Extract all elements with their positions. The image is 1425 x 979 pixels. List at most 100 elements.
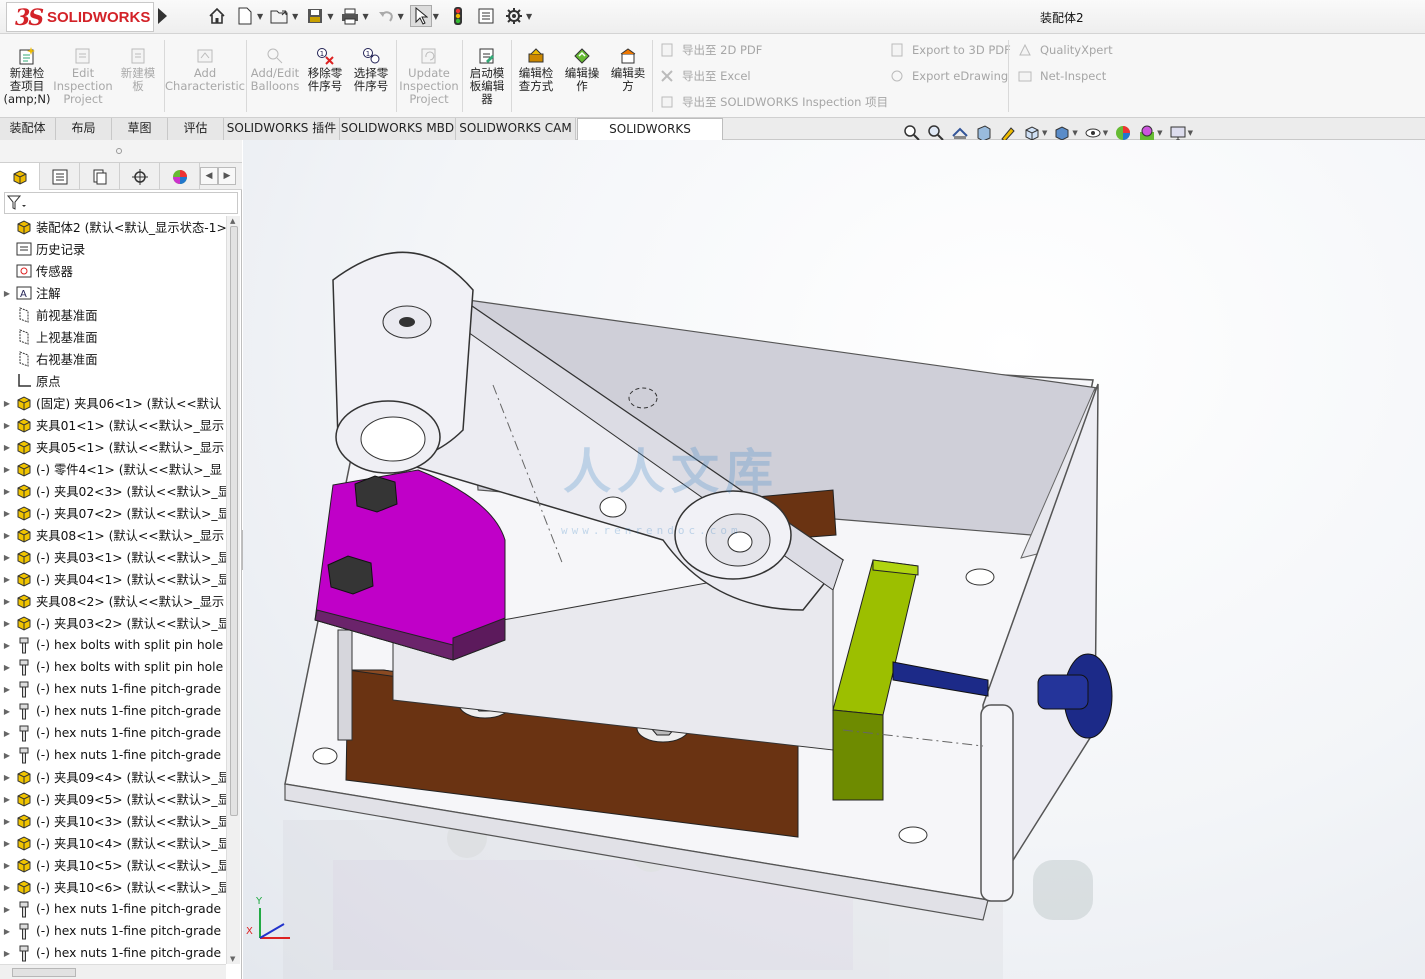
add-edit-balloons-button[interactable]: Add/Edit Balloons	[250, 46, 300, 93]
dimxpertmanager-tab[interactable]	[120, 163, 160, 190]
export-3d-pdf-button[interactable]: Export to 3D PDF	[888, 42, 1011, 58]
displaymanager-tab[interactable]	[160, 163, 200, 190]
update-inspection-project-button[interactable]: Update Inspection Project	[399, 46, 459, 106]
expand-arrow-icon[interactable]: ▶	[0, 487, 14, 496]
expand-arrow-icon[interactable]: ▶	[0, 509, 14, 518]
export-2d-pdf-button[interactable]: 导出至 2D PDF	[658, 42, 762, 58]
tree-item[interactable]: 上视基准面	[0, 326, 226, 348]
tree-item[interactable]: ▶ (-) 夹具10<3> (默认<<默认>_显	[0, 810, 226, 832]
new-inspection-project-button[interactable]: 新建检 查项目 (amp;N)	[4, 46, 51, 106]
tree-item[interactable]: 传感器	[0, 260, 226, 282]
expand-arrow-icon[interactable]: ▶	[0, 531, 14, 540]
expand-arrow-icon[interactable]: ▶	[0, 905, 14, 914]
tab-assembly[interactable]: 装配体	[0, 118, 56, 140]
tab-layout[interactable]: 布局	[56, 118, 112, 140]
tree-item[interactable]: ▶ (-) 夹具10<4> (默认<<默认>_显	[0, 832, 226, 854]
expand-arrow-icon[interactable]: ▶	[0, 773, 14, 782]
tree-item[interactable]: ▶ 夹具08<1> (默认<<默认>_显示	[0, 524, 226, 546]
scroll-up-arrow-icon[interactable]: ▲	[230, 217, 235, 225]
tree-item[interactable]: ▶ (-) hex bolts with split pin hole	[0, 656, 226, 678]
tab-sketch[interactable]: 草图	[112, 118, 168, 140]
tree-item[interactable]: ▶ (-) 夹具09<4> (默认<<默认>_显	[0, 766, 226, 788]
tab-scroll-left-icon[interactable]: ◀	[200, 167, 218, 185]
add-characteristic-button[interactable]: Add Characteristic	[165, 46, 245, 93]
view-orientation-dropdown-icon[interactable]: ▼	[1042, 129, 1047, 137]
expand-arrow-icon[interactable]: ▶	[0, 861, 14, 870]
select-part-number-button[interactable]: 1 选择零 件序号	[350, 46, 392, 93]
apply-scene-dropdown-icon[interactable]: ▼	[1157, 129, 1162, 137]
featuremanager-tab[interactable]	[0, 163, 40, 190]
tree-item[interactable]: ▶ (-) 夹具10<5> (默认<<默认>_显	[0, 854, 226, 876]
launch-template-editor-button[interactable]: 启动模 板编辑 器	[466, 46, 508, 106]
new-document-icon[interactable]	[234, 5, 256, 27]
tree-item[interactable]: ▶ 夹具05<1> (默认<<默认>_显示	[0, 436, 226, 458]
options-dropdown-icon[interactable]: ▼	[526, 12, 532, 21]
save-dropdown-icon[interactable]: ▼	[327, 12, 333, 21]
tree-item[interactable]: ▶ (-) hex nuts 1-fine pitch-grade	[0, 744, 226, 766]
expand-arrow-icon[interactable]: ▶	[0, 817, 14, 826]
tab-solidworks-addins[interactable]: SOLIDWORKS 插件	[224, 118, 340, 140]
feature-tree-filter[interactable]	[4, 192, 238, 214]
expand-arrow-icon[interactable]: ▶	[0, 289, 14, 298]
tree-horizontal-scrollbar[interactable]	[0, 964, 226, 979]
expand-arrow-icon[interactable]: ▶	[0, 729, 14, 738]
tree-item[interactable]: 前视基准面	[0, 304, 226, 326]
tree-item[interactable]: ▶ (-) 夹具03<2> (默认<<默认>_显	[0, 612, 226, 634]
export-inspection-project-button[interactable]: 导出至 SOLIDWORKS Inspection 项目	[658, 94, 888, 110]
options-gear-icon[interactable]	[503, 5, 525, 27]
edit-operation-button[interactable]: 编辑操 作	[560, 46, 604, 93]
qualityxpert-button[interactable]: QualityXpert	[1016, 42, 1113, 58]
tree-item[interactable]: 历史记录	[0, 238, 226, 260]
expand-arrow-icon[interactable]: ▶	[0, 399, 14, 408]
edit-inspection-project-button[interactable]: Edit Inspection Project	[53, 46, 113, 106]
tree-item[interactable]: ▶ (-) hex nuts 1-fine pitch-grade	[0, 942, 226, 964]
edit-vendor-button[interactable]: 编辑卖 方	[606, 46, 650, 93]
tree-item[interactable]: ▶ (-) hex nuts 1-fine pitch-grade	[0, 920, 226, 942]
tab-solidworks-mbd[interactable]: SOLIDWORKS MBD	[340, 118, 456, 140]
new-dropdown-icon[interactable]: ▼	[257, 12, 263, 21]
expand-arrow-icon[interactable]: ▶	[0, 421, 14, 430]
tree-item[interactable]: ▶ (-) hex nuts 1-fine pitch-grade	[0, 678, 226, 700]
select-icon[interactable]	[409, 5, 432, 27]
tab-scroll-right-icon[interactable]: ▶	[218, 167, 236, 185]
tab-evaluate[interactable]: 评估	[168, 118, 224, 140]
export-edrawing-button[interactable]: Export eDrawing	[888, 68, 1008, 84]
tree-item[interactable]: ▶ (-) 夹具04<1> (默认<<默认>_显	[0, 568, 226, 590]
tree-item[interactable]: ▶ (-) 夹具07<2> (默认<<默认>_显	[0, 502, 226, 524]
tree-item[interactable]: ▶ (-) hex nuts 1-fine pitch-grade	[0, 700, 226, 722]
menu-expand-arrow-icon[interactable]	[158, 8, 167, 24]
expand-arrow-icon[interactable]: ▶	[0, 575, 14, 584]
graphics-viewport[interactable]: 人人文库 www.renrendoc.com X Y	[243, 140, 1425, 979]
open-folder-icon[interactable]	[269, 5, 291, 27]
net-inspect-button[interactable]: Net-Inspect	[1016, 68, 1106, 84]
display-style-dropdown-icon[interactable]: ▼	[1072, 129, 1077, 137]
expand-arrow-icon[interactable]: ▶	[0, 619, 14, 628]
expand-arrow-icon[interactable]: ▶	[0, 751, 14, 760]
print-dropdown-icon[interactable]: ▼	[362, 12, 368, 21]
tree-item[interactable]: ▶ (-) 零件4<1> (默认<<默认>_显	[0, 458, 226, 480]
expand-arrow-icon[interactable]: ▶	[0, 707, 14, 716]
rebuild-traffic-light-icon[interactable]	[447, 5, 469, 27]
file-properties-icon[interactable]	[475, 5, 497, 27]
tree-vertical-scrollbar[interactable]: ▲ ▼	[226, 216, 240, 964]
tree-item[interactable]: ▶ 夹具08<2> (默认<<默认>_显示	[0, 590, 226, 612]
expand-arrow-icon[interactable]: ▶	[0, 597, 14, 606]
expand-arrow-icon[interactable]: ▶	[0, 465, 14, 474]
tree-item[interactable]: 原点	[0, 370, 226, 392]
expand-arrow-icon[interactable]: ▶	[0, 883, 14, 892]
new-template-button[interactable]: 新建模 板	[116, 46, 160, 93]
expand-arrow-icon[interactable]: ▶	[0, 641, 14, 650]
tree-item[interactable]: ▶ (-) hex nuts 1-fine pitch-grade	[0, 722, 226, 744]
expand-arrow-icon[interactable]: ▶	[0, 795, 14, 804]
edit-inspection-method-button[interactable]: 编辑检 查方式	[514, 46, 558, 93]
tree-item[interactable]: 装配体2 (默认<默认_显示状态-1>)	[0, 216, 226, 238]
save-icon[interactable]	[304, 5, 326, 27]
expand-arrow-icon[interactable]: ▶	[0, 553, 14, 562]
tree-item[interactable]: ▶ (-) 夹具09<5> (默认<<默认>_显	[0, 788, 226, 810]
scrollbar-thumb[interactable]	[230, 226, 238, 816]
expand-arrow-icon[interactable]: ▶	[0, 927, 14, 936]
open-dropdown-icon[interactable]: ▼	[292, 12, 298, 21]
horizontal-scrollbar-thumb[interactable]	[12, 968, 76, 977]
undo-icon[interactable]	[375, 5, 397, 27]
tree-item[interactable]: ▶ A 注解	[0, 282, 226, 304]
